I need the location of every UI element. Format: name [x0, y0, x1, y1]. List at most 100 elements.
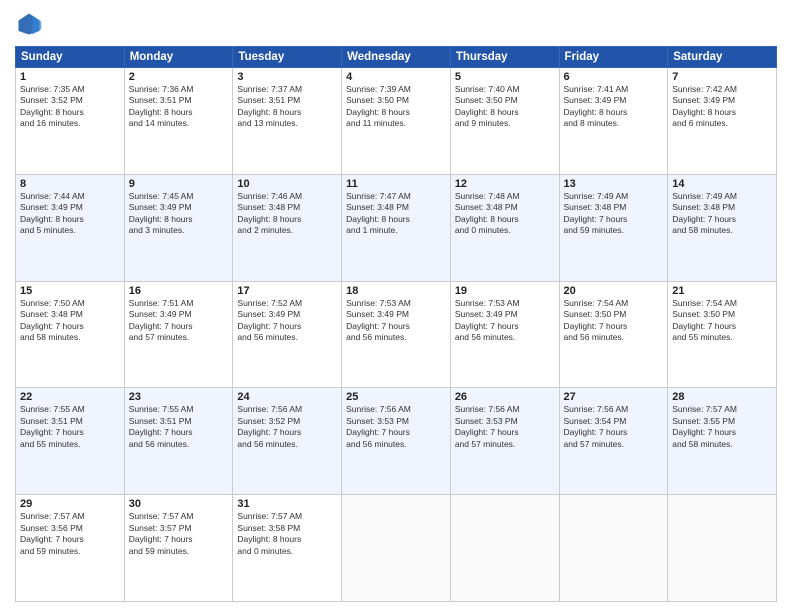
day-info: Sunrise: 7:55 AM Sunset: 3:51 PM Dayligh…: [129, 404, 229, 450]
calendar-table: SundayMondayTuesdayWednesdayThursdayFrid…: [15, 46, 777, 602]
day-header-wednesday: Wednesday: [342, 47, 451, 68]
day-number: 23: [129, 391, 229, 403]
day-number: 22: [20, 391, 120, 403]
day-header-thursday: Thursday: [450, 47, 559, 68]
calendar-cell: 19Sunrise: 7:53 AM Sunset: 3:49 PM Dayli…: [450, 281, 559, 388]
day-info: Sunrise: 7:45 AM Sunset: 3:49 PM Dayligh…: [129, 191, 229, 237]
day-info: Sunrise: 7:56 AM Sunset: 3:53 PM Dayligh…: [455, 404, 555, 450]
day-number: 16: [129, 285, 229, 297]
calendar-cell: 31Sunrise: 7:57 AM Sunset: 3:58 PM Dayli…: [233, 495, 342, 602]
day-header-monday: Monday: [124, 47, 233, 68]
day-header-saturday: Saturday: [668, 47, 777, 68]
calendar-cell: [559, 495, 668, 602]
day-number: 1: [20, 71, 120, 83]
day-info: Sunrise: 7:57 AM Sunset: 3:57 PM Dayligh…: [129, 511, 229, 557]
calendar-cell: 14Sunrise: 7:49 AM Sunset: 3:48 PM Dayli…: [668, 174, 777, 281]
day-number: 19: [455, 285, 555, 297]
calendar-cell: 7Sunrise: 7:42 AM Sunset: 3:49 PM Daylig…: [668, 68, 777, 175]
calendar-header-row: SundayMondayTuesdayWednesdayThursdayFrid…: [16, 47, 777, 68]
day-info: Sunrise: 7:56 AM Sunset: 3:54 PM Dayligh…: [564, 404, 664, 450]
day-number: 20: [564, 285, 664, 297]
day-number: 31: [237, 498, 337, 510]
calendar-cell: 13Sunrise: 7:49 AM Sunset: 3:48 PM Dayli…: [559, 174, 668, 281]
day-header-sunday: Sunday: [16, 47, 125, 68]
day-info: Sunrise: 7:57 AM Sunset: 3:56 PM Dayligh…: [20, 511, 120, 557]
day-info: Sunrise: 7:53 AM Sunset: 3:49 PM Dayligh…: [455, 298, 555, 344]
day-number: 27: [564, 391, 664, 403]
day-info: Sunrise: 7:37 AM Sunset: 3:51 PM Dayligh…: [237, 84, 337, 130]
calendar-cell: 24Sunrise: 7:56 AM Sunset: 3:52 PM Dayli…: [233, 388, 342, 495]
calendar-cell: 20Sunrise: 7:54 AM Sunset: 3:50 PM Dayli…: [559, 281, 668, 388]
day-number: 25: [346, 391, 446, 403]
calendar-cell: [450, 495, 559, 602]
day-header-friday: Friday: [559, 47, 668, 68]
day-number: 24: [237, 391, 337, 403]
day-number: 29: [20, 498, 120, 510]
day-info: Sunrise: 7:46 AM Sunset: 3:48 PM Dayligh…: [237, 191, 337, 237]
day-info: Sunrise: 7:42 AM Sunset: 3:49 PM Dayligh…: [672, 84, 772, 130]
day-number: 3: [237, 71, 337, 83]
day-info: Sunrise: 7:36 AM Sunset: 3:51 PM Dayligh…: [129, 84, 229, 130]
day-info: Sunrise: 7:49 AM Sunset: 3:48 PM Dayligh…: [564, 191, 664, 237]
calendar-cell: 16Sunrise: 7:51 AM Sunset: 3:49 PM Dayli…: [124, 281, 233, 388]
day-info: Sunrise: 7:47 AM Sunset: 3:48 PM Dayligh…: [346, 191, 446, 237]
day-info: Sunrise: 7:35 AM Sunset: 3:52 PM Dayligh…: [20, 84, 120, 130]
logo-icon: [15, 10, 43, 38]
calendar-cell: 25Sunrise: 7:56 AM Sunset: 3:53 PM Dayli…: [342, 388, 451, 495]
day-info: Sunrise: 7:57 AM Sunset: 3:58 PM Dayligh…: [237, 511, 337, 557]
calendar-cell: 21Sunrise: 7:54 AM Sunset: 3:50 PM Dayli…: [668, 281, 777, 388]
calendar-cell: 2Sunrise: 7:36 AM Sunset: 3:51 PM Daylig…: [124, 68, 233, 175]
calendar-cell: 11Sunrise: 7:47 AM Sunset: 3:48 PM Dayli…: [342, 174, 451, 281]
day-number: 13: [564, 178, 664, 190]
day-info: Sunrise: 7:53 AM Sunset: 3:49 PM Dayligh…: [346, 298, 446, 344]
day-info: Sunrise: 7:57 AM Sunset: 3:55 PM Dayligh…: [672, 404, 772, 450]
calendar-cell: 28Sunrise: 7:57 AM Sunset: 3:55 PM Dayli…: [668, 388, 777, 495]
calendar-cell: 30Sunrise: 7:57 AM Sunset: 3:57 PM Dayli…: [124, 495, 233, 602]
calendar-cell: 3Sunrise: 7:37 AM Sunset: 3:51 PM Daylig…: [233, 68, 342, 175]
calendar-cell: 29Sunrise: 7:57 AM Sunset: 3:56 PM Dayli…: [16, 495, 125, 602]
calendar-cell: 27Sunrise: 7:56 AM Sunset: 3:54 PM Dayli…: [559, 388, 668, 495]
day-info: Sunrise: 7:54 AM Sunset: 3:50 PM Dayligh…: [672, 298, 772, 344]
calendar-cell: 1Sunrise: 7:35 AM Sunset: 3:52 PM Daylig…: [16, 68, 125, 175]
day-number: 11: [346, 178, 446, 190]
day-info: Sunrise: 7:52 AM Sunset: 3:49 PM Dayligh…: [237, 298, 337, 344]
day-number: 30: [129, 498, 229, 510]
calendar-week-4: 22Sunrise: 7:55 AM Sunset: 3:51 PM Dayli…: [16, 388, 777, 495]
day-info: Sunrise: 7:41 AM Sunset: 3:49 PM Dayligh…: [564, 84, 664, 130]
day-number: 2: [129, 71, 229, 83]
calendar-week-3: 15Sunrise: 7:50 AM Sunset: 3:48 PM Dayli…: [16, 281, 777, 388]
day-info: Sunrise: 7:51 AM Sunset: 3:49 PM Dayligh…: [129, 298, 229, 344]
day-number: 5: [455, 71, 555, 83]
calendar-cell: 4Sunrise: 7:39 AM Sunset: 3:50 PM Daylig…: [342, 68, 451, 175]
day-number: 10: [237, 178, 337, 190]
calendar-cell: 18Sunrise: 7:53 AM Sunset: 3:49 PM Dayli…: [342, 281, 451, 388]
calendar-cell: 9Sunrise: 7:45 AM Sunset: 3:49 PM Daylig…: [124, 174, 233, 281]
day-number: 28: [672, 391, 772, 403]
calendar-cell: 26Sunrise: 7:56 AM Sunset: 3:53 PM Dayli…: [450, 388, 559, 495]
day-number: 4: [346, 71, 446, 83]
day-number: 18: [346, 285, 446, 297]
header: [15, 10, 777, 38]
day-info: Sunrise: 7:49 AM Sunset: 3:48 PM Dayligh…: [672, 191, 772, 237]
day-number: 8: [20, 178, 120, 190]
day-number: 7: [672, 71, 772, 83]
day-number: 21: [672, 285, 772, 297]
calendar-week-2: 8Sunrise: 7:44 AM Sunset: 3:49 PM Daylig…: [16, 174, 777, 281]
day-info: Sunrise: 7:39 AM Sunset: 3:50 PM Dayligh…: [346, 84, 446, 130]
calendar-week-5: 29Sunrise: 7:57 AM Sunset: 3:56 PM Dayli…: [16, 495, 777, 602]
calendar-cell: 23Sunrise: 7:55 AM Sunset: 3:51 PM Dayli…: [124, 388, 233, 495]
calendar-cell: 6Sunrise: 7:41 AM Sunset: 3:49 PM Daylig…: [559, 68, 668, 175]
day-info: Sunrise: 7:54 AM Sunset: 3:50 PM Dayligh…: [564, 298, 664, 344]
day-number: 26: [455, 391, 555, 403]
page: SundayMondayTuesdayWednesdayThursdayFrid…: [0, 0, 792, 612]
day-info: Sunrise: 7:56 AM Sunset: 3:53 PM Dayligh…: [346, 404, 446, 450]
day-number: 6: [564, 71, 664, 83]
calendar-cell: [668, 495, 777, 602]
day-info: Sunrise: 7:48 AM Sunset: 3:48 PM Dayligh…: [455, 191, 555, 237]
calendar-week-1: 1Sunrise: 7:35 AM Sunset: 3:52 PM Daylig…: [16, 68, 777, 175]
calendar-cell: 22Sunrise: 7:55 AM Sunset: 3:51 PM Dayli…: [16, 388, 125, 495]
day-number: 15: [20, 285, 120, 297]
day-info: Sunrise: 7:55 AM Sunset: 3:51 PM Dayligh…: [20, 404, 120, 450]
logo: [15, 10, 47, 38]
day-number: 12: [455, 178, 555, 190]
